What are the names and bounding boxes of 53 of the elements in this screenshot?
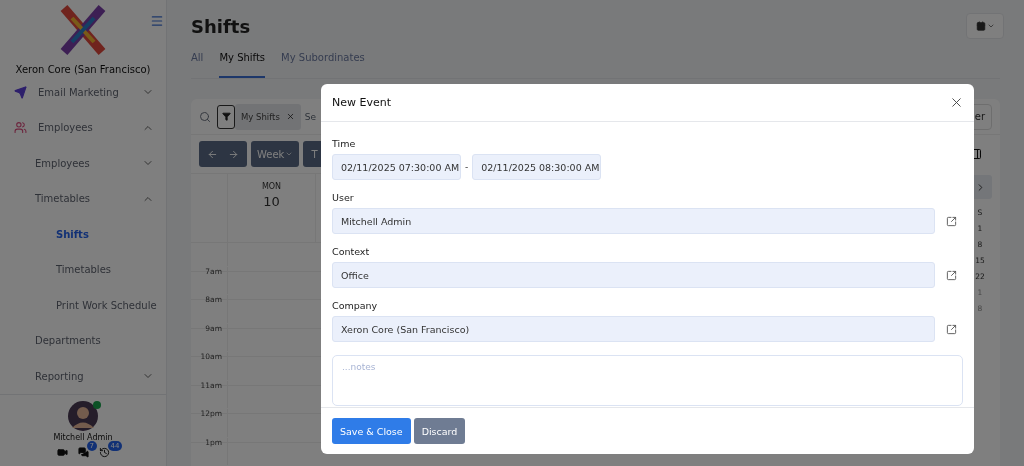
chat-icon [77, 447, 89, 458]
people-icon [14, 121, 27, 135]
caret-icon [285, 150, 294, 158]
start-time-field[interactable]: 02/11/2025 07:30:00 AM [332, 154, 461, 180]
sidebar-item[interactable]: Shifts [0, 216, 166, 252]
day-number: 10 [263, 194, 280, 209]
filter-chip[interactable]: My Shifts [235, 103, 301, 130]
company-name: Xeron Core (San Francisco) [14, 63, 152, 75]
tab[interactable]: My Subordinates [281, 46, 365, 78]
field-label: User [332, 192, 355, 205]
logo-icon [58, 2, 108, 58]
field-label: Context [332, 246, 371, 259]
caret-icon [986, 22, 995, 30]
history-icon [98, 447, 110, 458]
sidebar-item[interactable]: Employees [0, 145, 166, 181]
video-icon [56, 447, 68, 458]
filter-button[interactable] [217, 104, 235, 129]
search-icon [199, 110, 211, 123]
search-field[interactable]: Se [304, 111, 317, 122]
field-label: Time [332, 138, 357, 151]
paper-plane-icon [14, 85, 27, 99]
sidebar-item[interactable]: Print Work Schedule [0, 287, 166, 323]
sidebar-item[interactable]: Reporting [0, 358, 166, 394]
tab[interactable]: My Shifts [219, 46, 266, 78]
tab[interactable]: All [191, 46, 204, 78]
sidebar-item[interactable]: Timetables [0, 252, 166, 288]
user-name: Mitchell Admin [53, 433, 113, 442]
external-link-icon[interactable] [946, 215, 957, 227]
external-link-icon[interactable] [946, 269, 957, 281]
page-title: Shifts [191, 15, 251, 37]
dialog-title: New Event [332, 96, 391, 109]
week-dropdown[interactable]: Week [251, 141, 300, 167]
weekday-label: MON [261, 182, 282, 191]
sidebar-item[interactable]: Employees [0, 110, 166, 146]
avatar[interactable] [68, 401, 98, 431]
save-button[interactable]: Save & Close [332, 418, 411, 444]
input-field[interactable]: Xeron Core (San Francisco) [332, 316, 935, 342]
external-link-icon[interactable] [946, 323, 957, 335]
field-label: Company [332, 300, 379, 313]
close-button[interactable] [949, 95, 964, 110]
filter-icon [221, 112, 231, 121]
input-field[interactable]: Mitchell Admin [332, 208, 935, 234]
calendar-icon [975, 21, 986, 31]
close-icon[interactable] [285, 112, 295, 121]
notes-field[interactable]: ...notes [332, 355, 963, 406]
discard-button[interactable]: Discard [413, 418, 466, 444]
range-separator: - [465, 162, 469, 172]
end-time-field[interactable]: 02/11/2025 08:30:00 AM [472, 154, 602, 180]
sidebar-item[interactable]: Timetables [0, 181, 166, 217]
sidebar-item[interactable]: Email Marketing [0, 74, 166, 110]
calendar-dropdown-button[interactable] [966, 13, 1004, 39]
input-field[interactable]: Office [332, 262, 935, 288]
sidebar-item[interactable]: Departments [0, 323, 166, 359]
